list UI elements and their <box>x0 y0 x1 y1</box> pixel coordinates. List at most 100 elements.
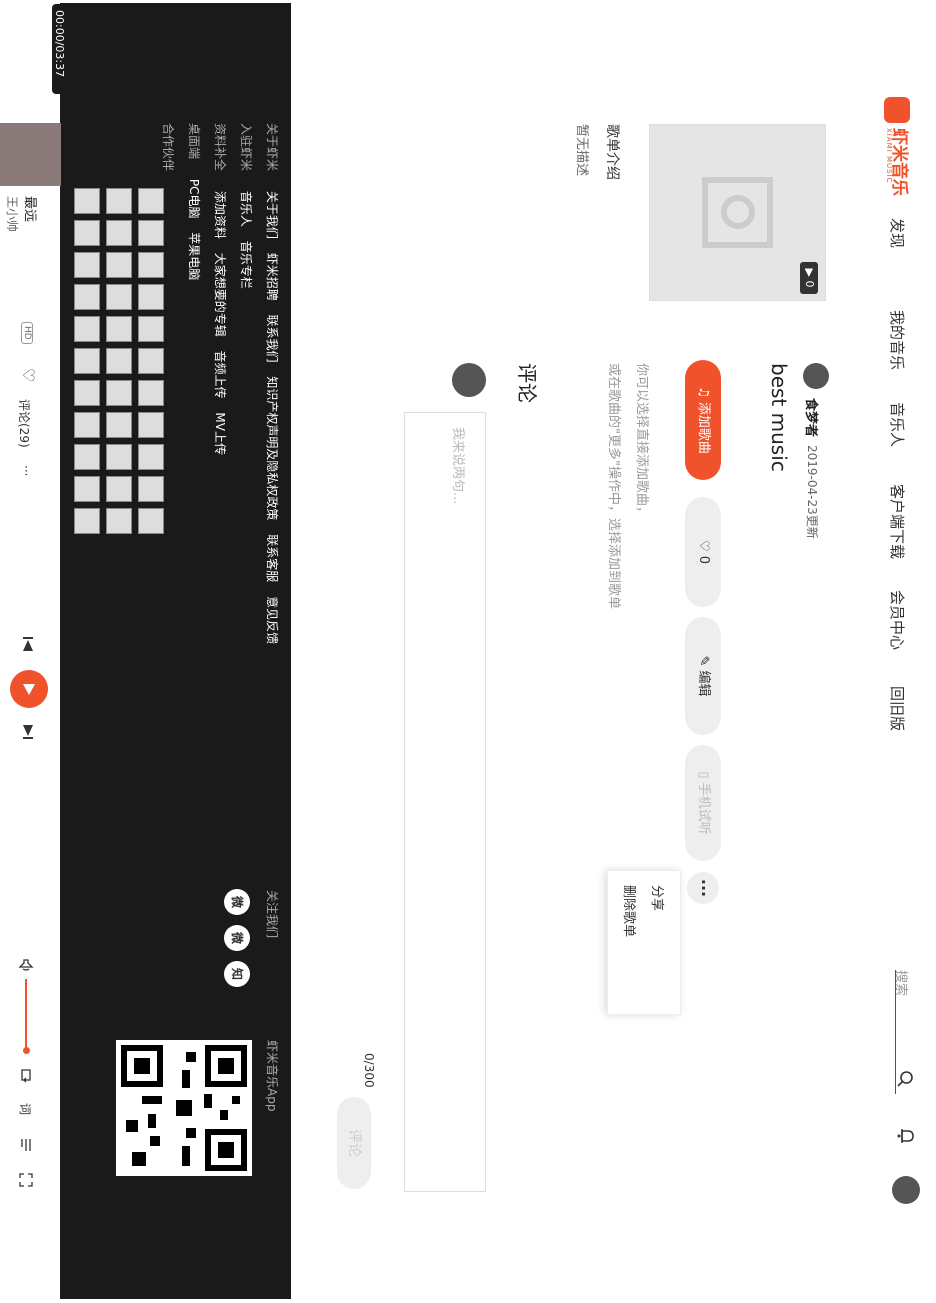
hint-line-2: 或在歌曲的"更多"操作中，选择添加到歌单 <box>606 363 621 609</box>
partner-logo <box>106 412 132 438</box>
footer-link-jobs[interactable]: 虾米招聘 <box>265 253 279 301</box>
next-track-icon[interactable] <box>20 724 36 740</box>
comment-input[interactable]: 我来说两句... <box>404 412 486 1192</box>
footer-row-desktop: 桌面端 PC电脑 苹果电脑 <box>186 123 203 280</box>
footer-link-wanted-albums[interactable]: 大家想要的专辑 <box>213 253 227 337</box>
edit-button[interactable]: ✎ 编辑 <box>685 617 721 735</box>
search-icon[interactable] <box>896 1070 914 1088</box>
qr-code-icon <box>121 1045 247 1171</box>
footer-row-join: 入驻虾米 音乐人 音乐专栏 <box>238 123 255 289</box>
favorite-button[interactable]: ♡ 0 <box>685 497 721 607</box>
footer-link-about-us[interactable]: 关于我们 <box>265 191 279 239</box>
player-comments[interactable]: 评论(29) <box>16 399 33 448</box>
partner-logo <box>138 348 164 374</box>
play-icon <box>23 684 35 695</box>
cover-placeholder-icon <box>702 177 773 248</box>
xiami-logo-icon[interactable] <box>884 97 910 123</box>
now-playing-artist[interactable]: 王小帅 <box>4 196 21 232</box>
partner-logo <box>138 476 164 502</box>
partner-logo <box>138 412 164 438</box>
page: 虾米音乐 XIAMI MUSIC 发现 我的音乐 音乐人 客户端下载 会员中心 … <box>0 0 936 1303</box>
footer-partners-label: 合作伙伴 <box>161 123 175 172</box>
menu-delete-playlist[interactable]: 删除歌单 <box>621 885 640 937</box>
partner-logo <box>106 316 132 342</box>
footer-row-partners: 合作伙伴 <box>160 123 177 171</box>
player-more[interactable]: ··· <box>19 465 33 476</box>
partner-logo <box>74 284 100 310</box>
partner-logo <box>74 508 100 534</box>
mobile-trial-button[interactable]: ▯ 手机试听 <box>685 745 721 861</box>
partner-logo <box>138 252 164 278</box>
footer-link-musician[interactable]: 音乐人 <box>239 191 253 227</box>
footer-link-column[interactable]: 音乐专栏 <box>239 241 253 289</box>
weibo-icon[interactable]: 微 <box>224 889 250 915</box>
footer-link-feedback[interactable]: 意见反馈 <box>265 596 279 644</box>
comments-title: 评论 <box>515 363 539 403</box>
comment-user-avatar <box>452 363 486 397</box>
zhihu-icon[interactable]: 知 <box>224 961 250 987</box>
partner-logo <box>138 508 164 534</box>
footer-join-label: 入驻虾米 <box>239 123 253 172</box>
cover-count-value: 0 <box>803 280 816 288</box>
partner-logo <box>106 188 132 214</box>
previous-track-icon[interactable] <box>20 636 36 652</box>
footer-link-add-data[interactable]: 添加资料 <box>213 191 227 239</box>
updated-date: 2019-04-23更新 <box>805 445 819 539</box>
partner-logo <box>138 220 164 246</box>
creator-avatar[interactable] <box>803 363 829 389</box>
quality-badge[interactable]: HD <box>21 322 33 344</box>
menu-share[interactable]: 分享 <box>649 885 668 911</box>
partner-logo <box>138 316 164 342</box>
footer-link-contact[interactable]: 联系我们 <box>265 315 279 363</box>
play-button[interactable] <box>10 670 48 708</box>
partner-logo <box>138 380 164 406</box>
playlist-title: best music <box>767 363 791 472</box>
intro-title: 歌单介绍 <box>604 124 620 180</box>
footer-app-label: 虾米音乐App <box>265 1040 279 1112</box>
volume-slider[interactable] <box>25 979 27 1050</box>
nav-my-music[interactable]: 我的音乐 <box>887 310 908 370</box>
nav-discover[interactable]: 发现 <box>887 218 908 248</box>
creator-name[interactable]: 食梦者 <box>803 398 822 437</box>
footer-link-mv-upload[interactable]: MV上传 <box>213 412 227 455</box>
app-qr-code <box>116 1040 252 1176</box>
volume-handle[interactable] <box>23 1047 30 1054</box>
nav-vip-center[interactable]: 会员中心 <box>887 590 908 650</box>
comment-submit-button[interactable]: 评论 <box>337 1097 371 1189</box>
footer-link-audio-upload[interactable]: 音频上传 <box>213 351 227 399</box>
partner-logo <box>106 348 132 374</box>
partner-logo <box>74 348 100 374</box>
bell-icon[interactable] <box>896 1126 916 1146</box>
edit-label: 编辑 <box>696 670 711 697</box>
footer-link-mac[interactable]: 苹果电脑 <box>187 232 201 280</box>
fullscreen-icon[interactable] <box>18 1172 34 1188</box>
like-heart-icon[interactable]: ♡ <box>19 368 38 382</box>
nav-client-download[interactable]: 客户端下载 <box>887 484 908 559</box>
partner-logo <box>138 444 164 470</box>
now-playing-song[interactable]: 最远 <box>22 196 41 222</box>
user-avatar[interactable] <box>892 1176 920 1204</box>
partner-logo <box>106 252 132 278</box>
lyrics-button[interactable]: 词 <box>17 1103 34 1115</box>
nav-old-version[interactable]: 回旧版 <box>887 686 908 731</box>
volume-icon[interactable] <box>18 958 34 974</box>
repeat-icon[interactable] <box>18 1067 34 1083</box>
playlist-queue-icon[interactable] <box>18 1137 34 1153</box>
partner-logo <box>106 284 132 310</box>
favorite-count: 0 <box>696 555 711 565</box>
partner-logo <box>74 316 100 342</box>
footer-row-data: 资料补全 添加资料 大家想要的专辑 音频上传 MV上传 <box>212 123 229 455</box>
footer-data-label: 资料补全 <box>213 123 227 172</box>
wechat-icon[interactable]: 微 <box>224 925 250 951</box>
partner-logo <box>74 380 100 406</box>
partner-logo <box>106 380 132 406</box>
more-button[interactable]: ··· <box>687 872 719 904</box>
footer-link-support[interactable]: 联系客服 <box>265 534 279 582</box>
footer-link-ip-policy[interactable]: 知识产权声明及隐私权政策 <box>265 376 279 520</box>
partner-logo <box>106 444 132 470</box>
footer-desktop-label: 桌面端 <box>187 123 201 160</box>
footer-link-pc[interactable]: PC电脑 <box>187 179 201 219</box>
add-song-button[interactable]: ♫ 添加歌曲 <box>685 360 721 480</box>
now-playing-cover[interactable] <box>0 123 61 186</box>
nav-artists[interactable]: 音乐人 <box>887 402 908 447</box>
